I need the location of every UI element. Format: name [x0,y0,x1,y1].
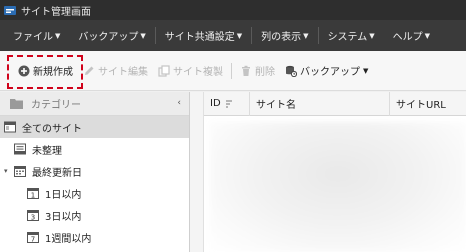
window-title: サイト管理画面 [21,6,91,18]
toolbar: 新規作成 サイト編集 サイト複製 削除 バックアップ ▼ [0,51,466,91]
calendar-day-icon: 1 [27,187,39,199]
edit-site-button[interactable]: サイト編集 [78,60,153,82]
menu-help[interactable]: ヘルプ ▼ [384,20,439,51]
chevron-down-icon[interactable]: ▾ [4,167,12,175]
table-gutter [190,92,204,252]
caret-down-icon: ▼ [140,31,146,40]
caret-down-icon: ▼ [424,31,431,40]
calendar-icon [14,165,26,177]
site-list-icon [4,121,16,133]
title-bar: サイト管理画面 [0,0,466,20]
menu-system[interactable]: システム ▼ [319,20,384,51]
calendar-day-icon: 3 [27,209,39,221]
caret-down-icon: ▼ [303,31,309,40]
delete-button[interactable]: 削除 [235,60,280,82]
copy-icon [158,64,170,77]
blurred-table-content [210,122,466,252]
svg-text:3: 3 [31,214,35,222]
tree-item-last-updated[interactable]: ▾ 最終更新日 [0,160,189,182]
tree-item-all-sites[interactable]: 全てのサイト [0,116,189,138]
column-header-site-url[interactable]: サイトURL [390,92,466,116]
backup-dropdown-button[interactable]: バックアップ ▼ [280,60,373,82]
tree-item-within-3-days[interactable]: 3 3日以内 [0,204,189,226]
new-site-button[interactable]: 新規作成 [13,60,78,82]
folder-icon [10,99,23,109]
menu-site-settings[interactable]: サイト共通設定 ▼ [156,20,251,51]
pencil-icon [83,65,95,77]
column-header-site-name[interactable]: サイト名 [250,91,390,116]
trash-icon [240,65,252,77]
tree-item-within-1-week[interactable]: 7 1週間以内 [0,226,189,248]
caret-down-icon: ▼ [363,66,369,75]
copy-site-button[interactable]: サイト複製 [153,60,228,82]
tray-icon [14,143,26,155]
svg-text:7: 7 [31,236,35,244]
category-header: カテゴリー ‹ [0,92,189,116]
menu-columns[interactable]: 列の表示 ▼ [252,20,317,51]
caret-down-icon: ▼ [55,31,61,40]
caret-down-icon: ▼ [236,31,243,40]
toolbar-divider [231,62,232,79]
app-icon [4,4,16,16]
menu-backup[interactable]: バックアップ ▼ [69,20,154,51]
caret-down-icon: ▼ [369,31,375,40]
calendar-day-icon: 7 [27,231,39,243]
menu-file[interactable]: ファイル ▼ [4,20,69,51]
collapse-panel-icon[interactable]: ‹ [177,98,181,108]
plus-circle-icon [18,65,30,77]
site-table: ID サイト名 サイトURL [190,91,466,252]
tree-item-unsorted[interactable]: 未整理 [0,138,189,160]
table-header: ID サイト名 サイトURL [204,91,466,116]
menu-bar: ファイル ▼ バックアップ ▼ サイト共通設定 ▼ 列の表示 ▼ システム ▼ ヘルプ ▼ [0,20,466,51]
sort-icon [225,100,232,107]
column-header-id[interactable]: ID [204,91,250,116]
database-icon [285,65,297,77]
svg-text:1: 1 [31,192,35,200]
tree-item-within-1-day[interactable]: 1 1日以内 [0,182,189,204]
category-panel: カテゴリー ‹ 全てのサイト 未整理 ▾ 最終更新日 1 1日以内 3 3日以内 [0,92,190,252]
